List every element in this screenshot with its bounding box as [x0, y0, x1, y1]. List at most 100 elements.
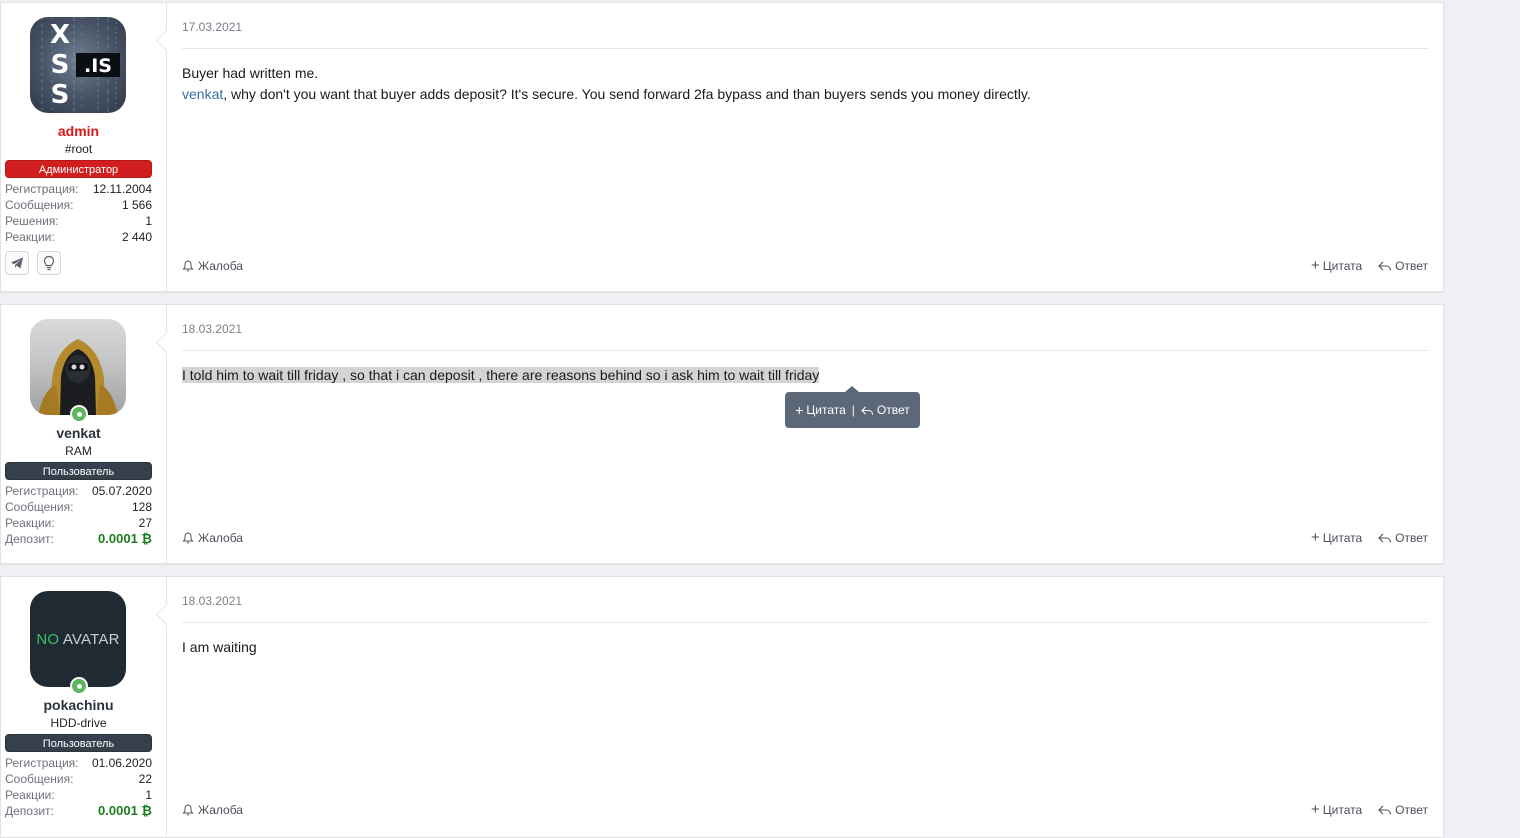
plus-icon: + — [1311, 801, 1320, 818]
post-footer: Жалоба + Цитата Ответ — [182, 529, 1428, 546]
stat-value: 2 440 — [121, 230, 152, 244]
tooltip-quote-label: Цитата — [806, 403, 846, 417]
bell-icon — [182, 260, 194, 272]
reply-icon — [1378, 261, 1392, 271]
user-stats: Регистрация: 12.11.2004 Сообщения: 1 566 Р… — [5, 181, 152, 245]
username[interactable]: venkat — [5, 425, 152, 441]
user-stats: Регистрация: 05.07.2020 Сообщения: 128 Реа… — [5, 483, 152, 547]
avatar-letter: S — [51, 80, 70, 110]
stat-label: Сообщения: — [5, 772, 74, 786]
message-line: , why don't you want that buyer adds dep… — [223, 86, 1031, 102]
stat-value[interactable]: 1 566 — [122, 197, 152, 213]
message-line: I am waiting — [182, 639, 257, 655]
quote-label: Цитата — [1322, 803, 1363, 817]
divider — [182, 350, 1428, 351]
username[interactable]: admin — [5, 123, 152, 139]
post-date[interactable]: 17.03.2021 — [182, 17, 1428, 37]
stat-value: 01.06.2020 — [91, 756, 152, 770]
selection-quote-tooltip: + Цитата | Ответ — [785, 386, 920, 428]
message-body: I told him to wait till friday , so that… — [182, 365, 1428, 386]
stat-value[interactable]: 22 — [139, 771, 152, 787]
stat-value[interactable]: 1 — [145, 213, 152, 229]
stat-label: Реакции: — [5, 230, 55, 244]
plus-icon: + — [1311, 257, 1320, 274]
reply-button[interactable]: Ответ — [1378, 803, 1428, 817]
bell-icon — [182, 804, 194, 816]
post-footer: Жалоба + Цитата Ответ — [182, 801, 1428, 818]
reply-icon — [861, 405, 873, 415]
post-admin: X S S .IS admin #root Администратор Реги… — [0, 2, 1444, 292]
message-line: Buyer had written me. — [182, 65, 319, 81]
reply-button[interactable]: Ответ — [1378, 531, 1428, 545]
quote-label: Цитата — [1322, 531, 1363, 545]
lightbulb-icon — [43, 255, 55, 271]
tooltip-quote-button[interactable]: + Цитата — [795, 403, 846, 417]
stat-value: 27 — [138, 516, 152, 530]
reply-icon — [1378, 805, 1392, 815]
avatar-letter: S — [51, 50, 70, 80]
avatar[interactable] — [30, 319, 126, 415]
bell-icon — [182, 532, 194, 544]
message-body: I am waiting — [182, 637, 1428, 658]
plus-icon: + — [1311, 529, 1320, 546]
stat-value: 1 — [145, 788, 152, 802]
lightbulb-button[interactable] — [37, 251, 61, 275]
plus-icon: + — [795, 402, 804, 418]
report-button[interactable]: Жалоба — [182, 259, 243, 273]
stat-value: 05.07.2020 — [91, 484, 152, 498]
stat-label: Регистрация: — [5, 182, 79, 196]
quote-button[interactable]: + Цитата — [1311, 801, 1363, 818]
stat-label: Регистрация: — [5, 484, 79, 498]
divider — [182, 48, 1428, 49]
avatar[interactable]: X S S .IS — [30, 17, 126, 113]
tooltip-separator: | — [851, 403, 855, 417]
deposit-value: 0.0001 ₿ — [98, 803, 152, 818]
report-label: Жалоба — [198, 531, 243, 545]
stat-label: Сообщения: — [5, 198, 74, 212]
avatar[interactable]: NO AVATAR — [30, 591, 126, 687]
user-panel: NO AVATAR pokachinu HDD-drive Пользовате… — [1, 577, 167, 837]
telegram-button[interactable] — [5, 251, 29, 275]
reply-label: Ответ — [1395, 259, 1428, 273]
quote-label: Цитата — [1322, 259, 1363, 273]
divider — [182, 622, 1428, 623]
stat-label: Реакции: — [5, 516, 55, 530]
user-banner: Администратор — [5, 160, 152, 178]
tooltip-reply-button[interactable]: Ответ — [861, 403, 910, 417]
user-title: RAM — [65, 444, 92, 458]
report-label: Жалоба — [198, 803, 243, 817]
post-date[interactable]: 18.03.2021 — [182, 319, 1428, 339]
stat-label: Сообщения: — [5, 500, 74, 514]
message-content: 18.03.2021 I am waiting Жалоба + Цитата … — [167, 577, 1443, 837]
stat-value[interactable]: 128 — [132, 499, 152, 515]
user-stats: Регистрация: 01.06.2020 Сообщения: 22 Реак… — [5, 755, 152, 819]
stat-label: Решения: — [5, 214, 59, 228]
post-pokachinu: NO AVATAR pokachinu HDD-drive Пользовате… — [0, 576, 1444, 838]
user-panel: X S S .IS admin #root Администратор Реги… — [1, 3, 167, 291]
stat-value: 12.11.2004 — [92, 182, 152, 196]
reply-button[interactable]: Ответ — [1378, 259, 1428, 273]
selected-text[interactable]: I told him to wait till friday , so that… — [182, 367, 820, 383]
telegram-icon — [11, 257, 23, 269]
quote-button[interactable]: + Цитата — [1311, 529, 1363, 546]
message-content: 17.03.2021 Buyer had written me. venkat,… — [167, 3, 1443, 291]
tooltip-reply-label: Ответ — [876, 403, 910, 417]
stat-label: Депозит: — [5, 532, 54, 546]
stat-label: Реакции: — [5, 788, 55, 802]
stat-label: Депозит: — [5, 804, 54, 818]
online-status-icon — [70, 677, 88, 695]
username[interactable]: pokachinu — [5, 697, 152, 713]
user-title: HDD-drive — [50, 716, 107, 730]
post-date[interactable]: 18.03.2021 — [182, 591, 1428, 611]
user-banner: Пользователь — [5, 734, 152, 752]
message-content: 18.03.2021 I told him to wait till frida… — [167, 305, 1443, 563]
user-panel: venkat RAM Пользователь Регистрация: 05.0… — [1, 305, 167, 563]
user-title: #root — [64, 142, 93, 156]
post-venkat: venkat RAM Пользователь Регистрация: 05.0… — [0, 304, 1444, 564]
quote-button[interactable]: + Цитата — [1311, 257, 1363, 274]
deposit-value: 0.0001 ₿ — [98, 531, 152, 546]
report-button[interactable]: Жалоба — [182, 531, 243, 545]
report-button[interactable]: Жалоба — [182, 803, 243, 817]
user-mention-link[interactable]: venkat — [182, 86, 223, 102]
report-label: Жалоба — [198, 259, 243, 273]
